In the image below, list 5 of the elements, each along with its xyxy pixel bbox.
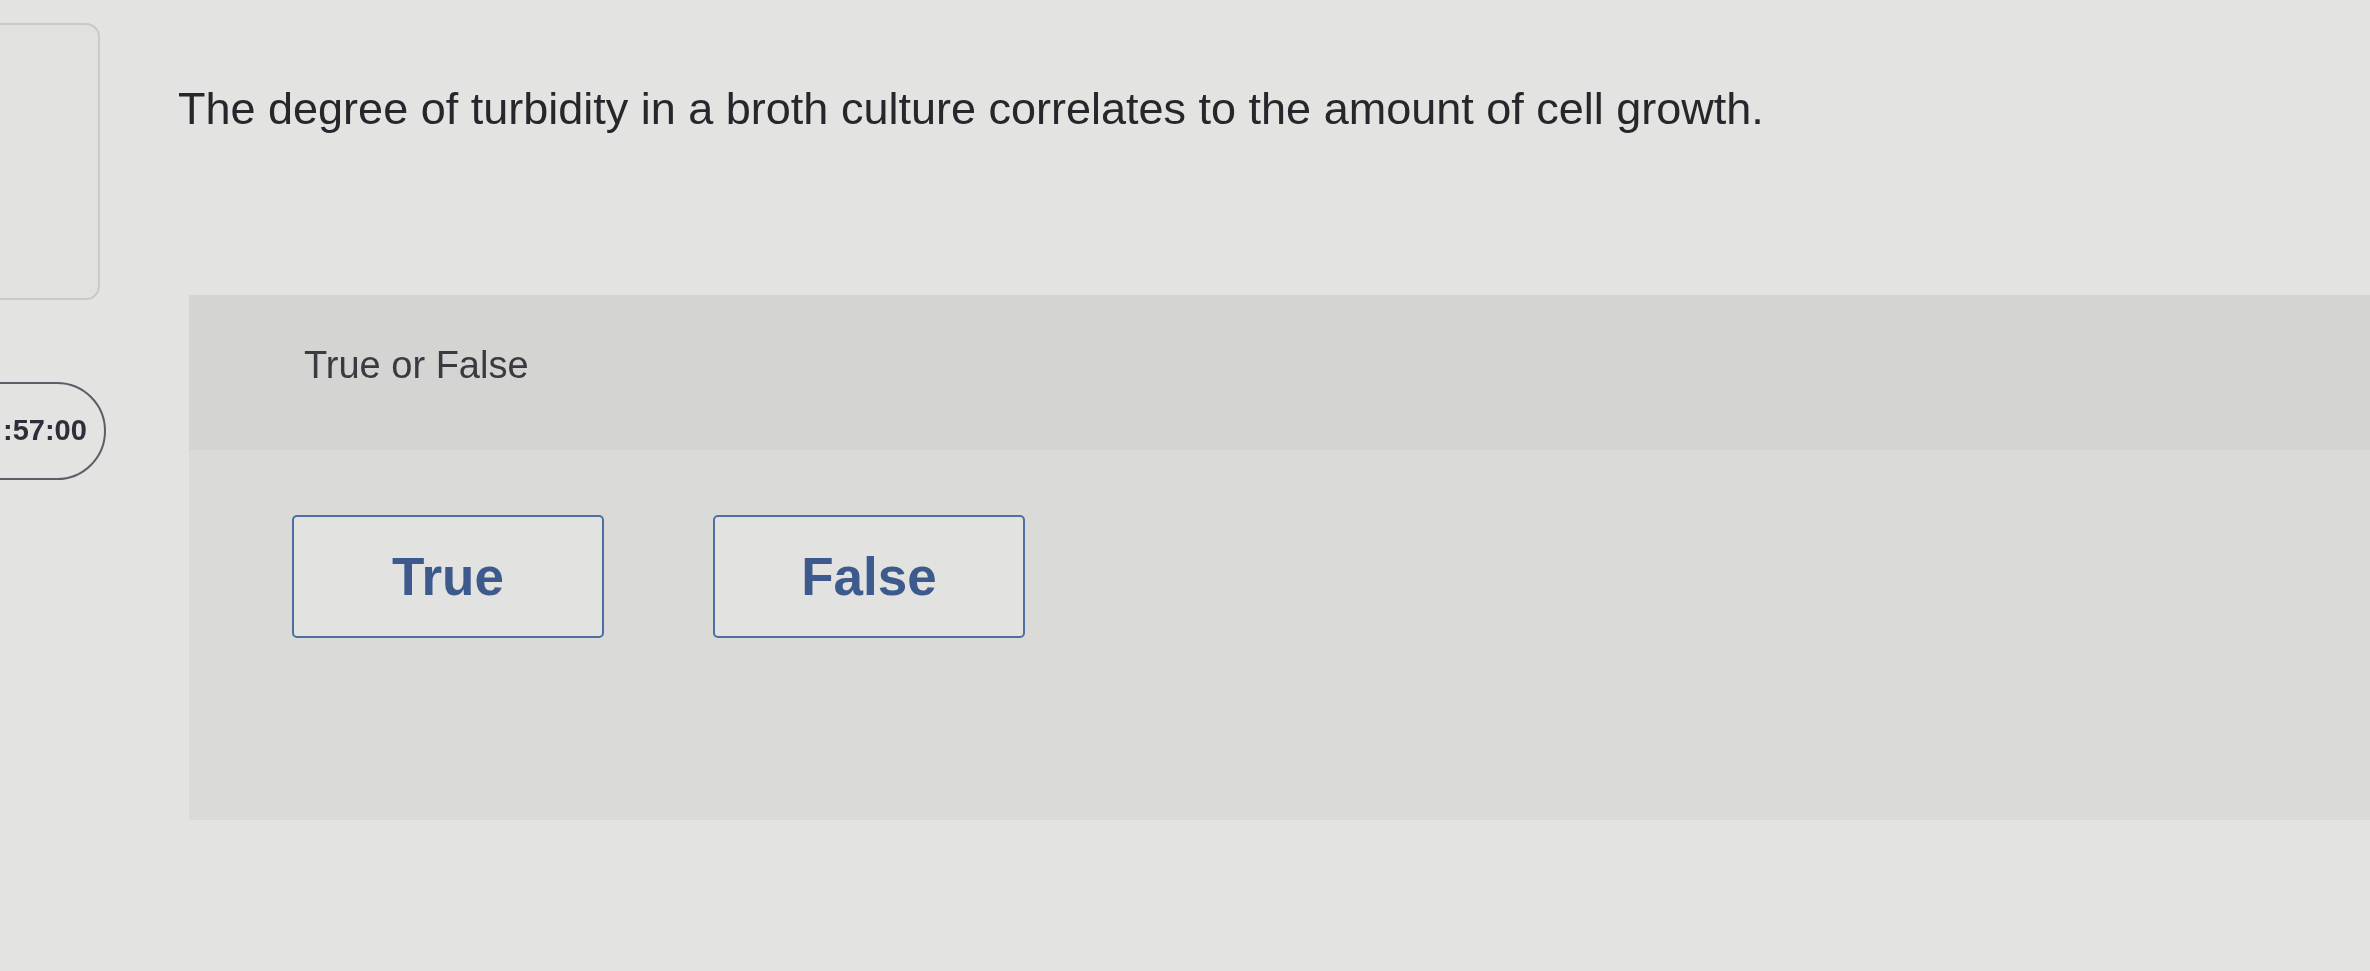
question-text: The degree of turbidity in a broth culture correlates to the amount of cell growth. [178,82,1764,136]
answer-option[interactable]: False [713,515,1025,638]
timer: :57:00 [0,382,106,480]
answer-option[interactable]: True [292,515,604,638]
prompt-text: True or False [304,344,529,386]
